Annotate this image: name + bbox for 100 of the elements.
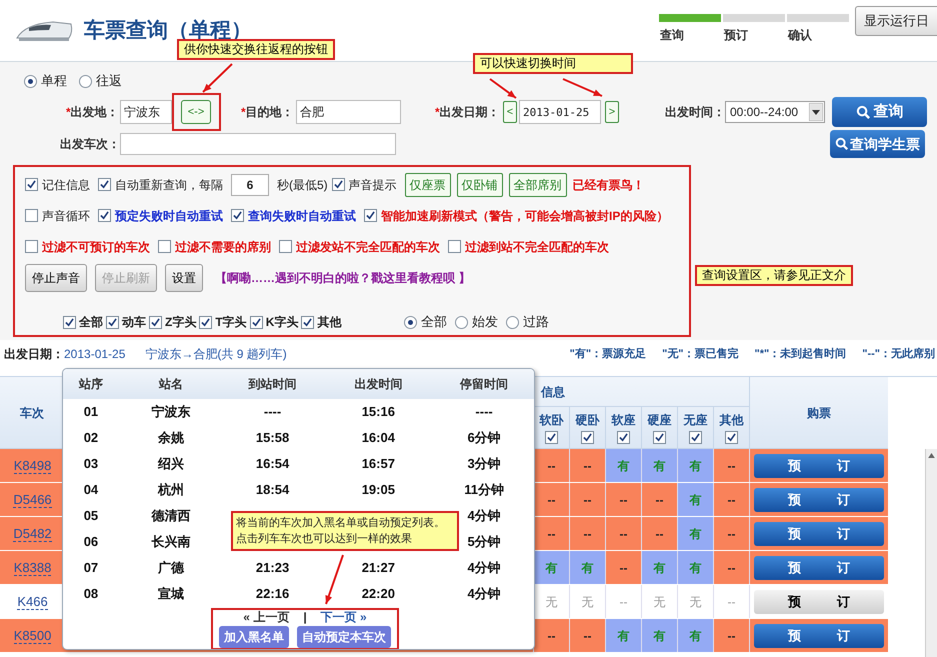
- column-header: 其他: [720, 412, 744, 429]
- previous-page-link[interactable]: « 上一页: [243, 610, 290, 624]
- checkbox[interactable]: [653, 431, 666, 444]
- checkbox[interactable]: [158, 240, 171, 253]
- checkbox-label: 其他: [317, 314, 342, 331]
- field-label: *目的地：: [241, 104, 295, 121]
- stop-cell-text: 21:23: [256, 559, 290, 578]
- checkbox[interactable]: [98, 209, 111, 222]
- train-number-link[interactable]: D5482: [13, 526, 52, 542]
- seat-cell: 有: [605, 619, 641, 652]
- seat-cell: 有: [641, 449, 677, 482]
- student-query-button[interactable]: 查询学生票: [830, 130, 925, 158]
- seat-cell: 有: [677, 517, 713, 550]
- interval-field[interactable]: 6: [231, 174, 269, 196]
- seat-cell: 无: [569, 585, 605, 618]
- seat-cell: 无: [641, 585, 677, 618]
- checkbox-label: K字头: [266, 314, 298, 331]
- stop-cell-text: 15:58: [256, 429, 290, 448]
- query-button[interactable]: 查询: [832, 97, 927, 127]
- tutorial-link[interactable]: 【啊嘞……遇到不明白的啦？戳这里看教程呗 】: [215, 268, 470, 286]
- action-button[interactable]: 停止声音: [25, 264, 87, 292]
- train-number-field[interactable]: [120, 133, 396, 155]
- checkbox-label: T字头: [215, 314, 247, 331]
- to-station-field[interactable]: 合肥: [296, 100, 401, 124]
- radio-button[interactable]: [455, 316, 468, 328]
- next-day-button[interactable]: >: [605, 101, 619, 123]
- checkbox[interactable]: [364, 209, 377, 222]
- train-number-link[interactable]: D5466: [13, 492, 52, 508]
- checkbox[interactable]: [332, 178, 345, 191]
- train-number-link[interactable]: K466: [17, 594, 48, 610]
- stop-cell-text: 4分钟: [467, 559, 501, 578]
- progress-step: 确认: [787, 14, 849, 44]
- book-button[interactable]: 预 订: [754, 556, 884, 580]
- stop-cell-text: 6分钟: [467, 429, 501, 448]
- checkbox[interactable]: [725, 431, 738, 444]
- seat-filter-button[interactable]: 全部席别: [508, 172, 567, 196]
- checkbox[interactable]: [199, 316, 212, 328]
- checkbox[interactable]: [617, 431, 630, 444]
- book-button[interactable]: 预 订: [754, 522, 884, 546]
- train-number-link[interactable]: K8500: [14, 628, 52, 644]
- next-page-link[interactable]: 下一页 »: [320, 610, 367, 624]
- radio-button[interactable]: [79, 74, 92, 88]
- show-log-button[interactable]: 显示运行日: [855, 6, 937, 36]
- annotation-callout: 将当前的车次加入黑名单或自动预定列表。 点击列车车次也可以达到一样的效果: [231, 511, 459, 551]
- checkbox[interactable]: [545, 431, 558, 444]
- stop-cell-text: 11分钟: [464, 481, 504, 500]
- search-icon: [835, 137, 849, 151]
- legend-item: "无"：票已售完: [662, 346, 739, 362]
- checkbox[interactable]: [25, 178, 38, 191]
- book-button[interactable]: 预 订: [754, 590, 884, 614]
- stop-cell-text: 01: [84, 403, 98, 422]
- field-label: *出发地：: [66, 104, 120, 121]
- summary-date: 2013-01-25: [64, 346, 126, 363]
- radio-button[interactable]: [24, 74, 37, 88]
- from-station-field[interactable]: 宁波东: [120, 100, 172, 124]
- seat-cell: --: [569, 483, 605, 516]
- legend-item: "有"：票源充足: [570, 346, 646, 362]
- checkbox[interactable]: [149, 316, 162, 328]
- checkbox[interactable]: [689, 431, 702, 444]
- checkbox[interactable]: [250, 316, 263, 328]
- checkbox[interactable]: [448, 240, 461, 253]
- book-button[interactable]: 预 订: [754, 488, 884, 512]
- stop-cell-text: 18:54: [256, 481, 290, 500]
- stop-cell-text: 02: [84, 429, 98, 448]
- checkbox[interactable]: [106, 316, 119, 328]
- column-header: 硬座: [648, 412, 672, 429]
- seat-cell: --: [605, 483, 641, 516]
- seat-cell: 有: [569, 551, 605, 584]
- checkbox[interactable]: [231, 209, 244, 222]
- previous-day-button[interactable]: <: [503, 101, 517, 123]
- time-select[interactable]: 00:00--24:00: [725, 101, 825, 123]
- swap-button[interactable]: <->: [181, 100, 211, 124]
- summary-route: 宁波东→合肥(共 9 趟列车): [145, 346, 287, 363]
- scrollbar[interactable]: [925, 449, 937, 657]
- stop-cell-text: 15:16: [362, 403, 395, 422]
- stop-cell-text: ----: [264, 403, 282, 422]
- seat-cell: 有: [677, 483, 713, 516]
- date-field[interactable]: 2013-01-25: [519, 100, 601, 124]
- seat-filter-button[interactable]: 仅座票: [404, 172, 451, 196]
- checkbox[interactable]: [25, 209, 38, 222]
- train-number-link[interactable]: K8498: [14, 458, 52, 474]
- train-number-link[interactable]: K8388: [14, 560, 52, 576]
- book-button[interactable]: 预 订: [754, 624, 884, 648]
- checkbox[interactable]: [581, 431, 594, 444]
- checkbox[interactable]: [25, 240, 38, 253]
- seat-cell: 有: [677, 551, 713, 584]
- action-button[interactable]: 设置: [165, 264, 203, 292]
- checkbox[interactable]: [301, 316, 314, 328]
- radio-button[interactable]: [404, 316, 417, 328]
- radio-button[interactable]: [506, 316, 519, 328]
- auto-book-button[interactable]: 自动预定本车次: [297, 626, 391, 648]
- book-button[interactable]: 预 订: [754, 454, 884, 478]
- checkbox[interactable]: [63, 316, 76, 328]
- blacklist-button[interactable]: 加入黑名单: [219, 626, 289, 648]
- page-separator: |: [303, 610, 307, 624]
- checkbox[interactable]: [279, 240, 292, 253]
- seat-filter-button[interactable]: 仅卧铺: [456, 172, 503, 196]
- checkbox-label: 预定失败时自动重试: [115, 208, 223, 224]
- annotation-callout: 可以快速切换时间: [473, 53, 633, 74]
- checkbox[interactable]: [98, 178, 111, 191]
